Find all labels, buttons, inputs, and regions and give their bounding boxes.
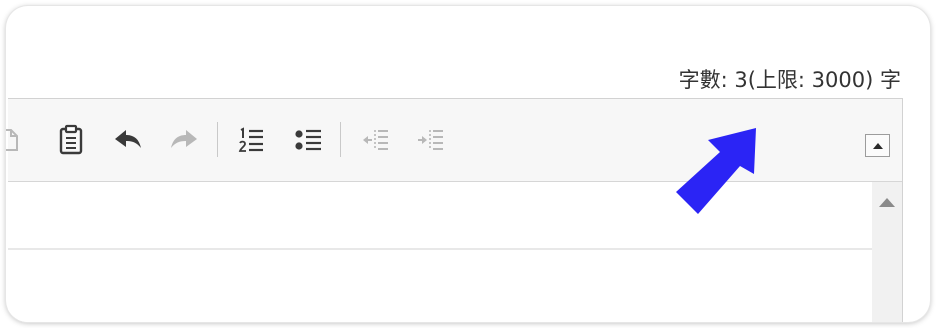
decrease-indent-icon [363, 130, 388, 150]
paste-text-icon [6, 129, 18, 151]
clipboard-icon [59, 124, 83, 155]
increase-indent-icon [418, 130, 443, 150]
editor-scrollbar[interactable] [872, 182, 902, 322]
bulleted-list-icon [295, 129, 321, 151]
paste-button[interactable] [56, 123, 86, 157]
undo-icon [115, 130, 141, 148]
scroll-up-arrow-icon [879, 197, 895, 207]
toolbar-separator [340, 122, 341, 157]
scroll-up-button[interactable] [878, 196, 896, 208]
bulleted-list-button[interactable] [293, 123, 323, 157]
collapse-toolbar-button[interactable] [865, 134, 890, 157]
rich-text-editor [6, 98, 903, 322]
numbered-list-icon [238, 127, 263, 152]
editor-card: 字數: 3(上限: 3000) 字 [6, 6, 930, 322]
collapse-toolbar-icon [872, 142, 883, 149]
editor-toolbar [6, 99, 902, 182]
redo-icon [171, 130, 197, 148]
paste-text-button [6, 123, 24, 157]
annotation-arrow-icon [676, 128, 756, 214]
toolbar-separator [217, 122, 218, 157]
increase-indent-button [415, 123, 445, 157]
undo-button[interactable] [113, 123, 143, 157]
decrease-indent-button [360, 123, 390, 157]
character-counter: 字數: 3(上限: 3000) 字 [678, 68, 901, 92]
numbered-list-button[interactable] [236, 123, 266, 157]
redo-button [169, 123, 199, 157]
content-divider [8, 248, 872, 250]
